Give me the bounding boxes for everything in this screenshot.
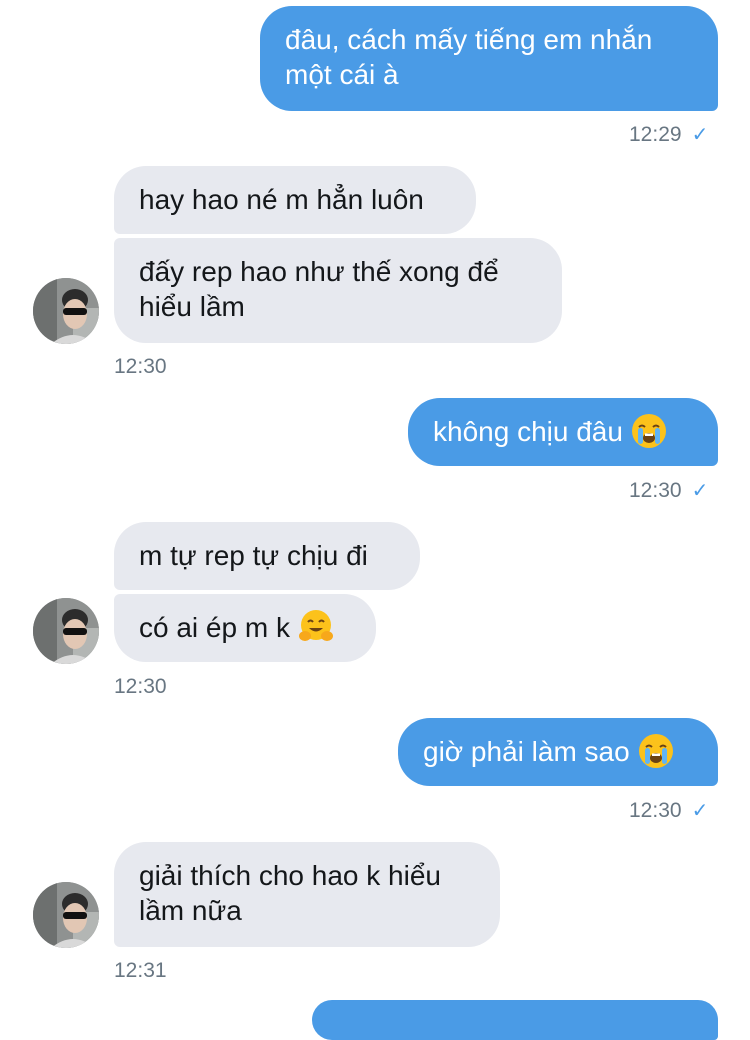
loudly-crying-face-icon [631,413,666,448]
message-text: đâu, cách mấy tiếng em nhắn một cái à [285,24,653,90]
hugging-face-icon [298,609,333,641]
incoming-message-bubble[interactable]: hay hao né m hẳn luôn [114,166,476,234]
incoming-message-bubble[interactable]: giải thích cho hao k hiểu lầm nữa [114,842,500,947]
incoming-message-bubble[interactable]: có ai ép m k [114,594,376,662]
loudly-crying-face-icon [638,733,673,768]
outgoing-message-bubble[interactable]: không chịu đâu [408,398,718,466]
message-text: giải thích cho hao k hiểu lầm nữa [139,860,441,926]
message-text: m tự rep tự chịu đi [139,540,368,571]
message-text: không chịu đâu [433,416,623,447]
message-timestamp: 12:29 ✓ [629,123,709,146]
message-timestamp: 12:31 [114,959,167,982]
message-text: có ai ép m k [139,612,290,643]
message-text: hay hao né m hẳn luôn [139,184,424,215]
incoming-message-bubble[interactable]: m tự rep tự chịu đi [114,522,420,590]
check-icon: ✓ [691,124,709,146]
message-text: giờ phải làm sao [423,736,630,767]
outgoing-message-bubble[interactable]: đâu, cách mấy tiếng em nhắn một cái à [260,6,718,111]
message-timestamp: 12:30 [114,355,167,378]
incoming-message-bubble[interactable]: đấy rep hao như thế xong để hiểu lầm [114,238,562,343]
avatar[interactable] [33,882,99,948]
message-text: đấy rep hao như thế xong để hiểu lầm [139,256,499,322]
outgoing-message-bubble[interactable]: giờ phải làm sao [398,718,718,786]
check-icon: ✓ [691,480,709,502]
message-timestamp: 12:30 [114,675,167,698]
avatar[interactable] [33,598,99,664]
outgoing-message-bubble-partial[interactable] [312,1000,718,1040]
avatar[interactable] [33,278,99,344]
check-icon: ✓ [691,800,709,822]
message-timestamp: 12:30 ✓ [629,479,709,502]
message-timestamp: 12:30 ✓ [629,799,709,822]
